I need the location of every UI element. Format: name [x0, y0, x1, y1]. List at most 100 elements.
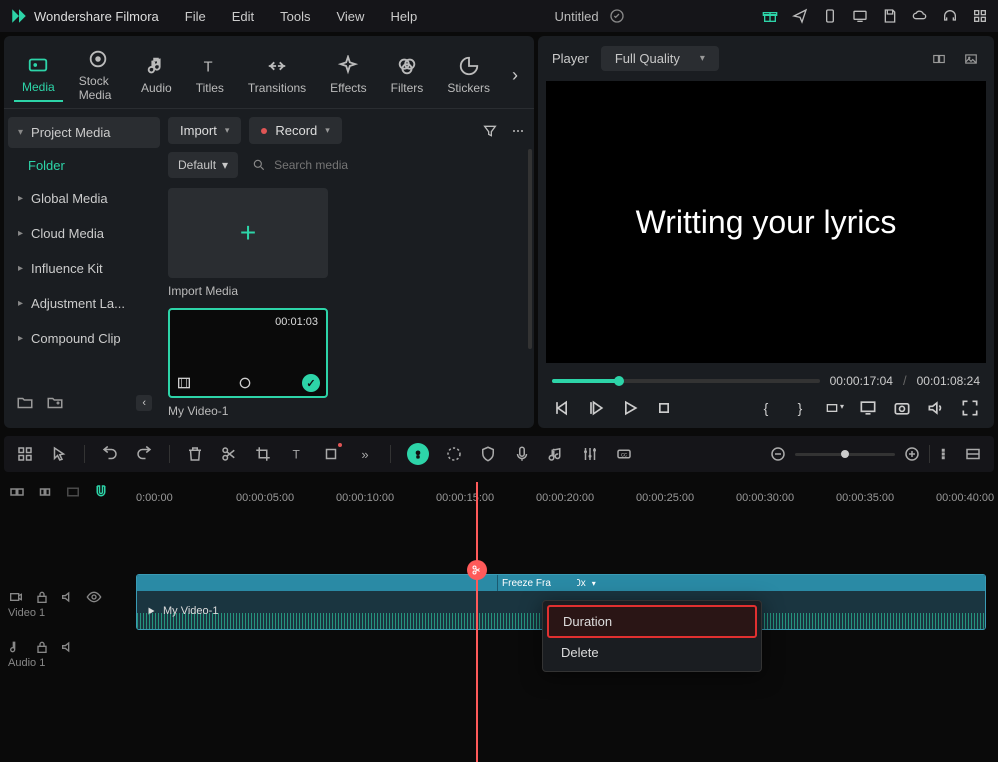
sidebar-influence-kit[interactable]: ▸ Influence Kit — [8, 253, 160, 284]
seek-bar[interactable] — [552, 379, 820, 383]
menu-tools[interactable]: Tools — [280, 9, 310, 24]
filter-icon[interactable] — [482, 123, 498, 139]
undo-icon[interactable] — [101, 445, 119, 463]
sidebar-project-media[interactable]: ▾ Project Media — [8, 117, 160, 148]
mark-in-icon[interactable]: { — [756, 398, 776, 418]
desktop-icon[interactable] — [852, 8, 868, 24]
seek-thumb[interactable] — [614, 376, 624, 386]
freeze-frame-segment[interactable]: Freeze Fra — [497, 575, 577, 591]
stop-icon[interactable] — [654, 398, 674, 418]
playhead[interactable] — [476, 482, 478, 762]
menu-help[interactable]: Help — [390, 9, 417, 24]
track-lock-icon[interactable] — [34, 639, 50, 655]
sidebar-folder[interactable]: Folder — [8, 152, 160, 179]
tab-transitions[interactable]: Transitions — [240, 49, 314, 101]
save-icon[interactable] — [882, 8, 898, 24]
apps-icon[interactable] — [972, 8, 988, 24]
tab-titles[interactable]: T Titles — [188, 49, 232, 101]
mic-icon[interactable] — [513, 445, 531, 463]
scrollbar[interactable] — [528, 149, 532, 349]
track-lock-icon[interactable] — [34, 589, 50, 605]
ctx-delete[interactable]: Delete — [547, 638, 757, 667]
redo-icon[interactable] — [135, 445, 153, 463]
track-mute-icon[interactable] — [60, 589, 76, 605]
track-mute-icon[interactable] — [60, 639, 76, 655]
prev-frame-icon[interactable] — [552, 398, 572, 418]
picture-view-icon[interactable] — [962, 52, 980, 66]
magnet-icon[interactable] — [92, 483, 110, 501]
import-button[interactable]: Import ▾ — [168, 117, 241, 144]
cloud-icon[interactable] — [912, 8, 928, 24]
media-clip-thumbnail[interactable]: 00:01:03 ✓ — [168, 308, 328, 398]
mixer-icon[interactable] — [581, 445, 599, 463]
new-bin-icon[interactable] — [46, 394, 64, 412]
headphones-icon[interactable] — [942, 8, 958, 24]
player-viewport[interactable]: Writting your lyrics — [546, 81, 986, 363]
music-icon[interactable] — [547, 445, 565, 463]
zoom-in-icon[interactable] — [903, 445, 921, 463]
zoom-slider[interactable] — [795, 453, 895, 456]
fullscreen-icon[interactable] — [960, 398, 980, 418]
chevron-right-icon: ▸ — [18, 193, 23, 204]
tab-audio[interactable]: Audio — [133, 49, 180, 101]
audio-track-label: Audio 1 — [8, 657, 136, 669]
shield-icon[interactable] — [479, 445, 497, 463]
playhead-knob[interactable] — [467, 560, 487, 580]
crop-icon[interactable] — [254, 445, 272, 463]
compare-view-icon[interactable] — [930, 52, 948, 66]
sidebar-compound-clip[interactable]: ▸ Compound Clip — [8, 323, 160, 354]
split-icon[interactable] — [220, 445, 238, 463]
zoom-out-icon[interactable] — [769, 445, 787, 463]
track-group-icon[interactable] — [64, 483, 82, 501]
caption-icon[interactable]: cc — [615, 445, 633, 463]
tab-media[interactable]: Media — [14, 48, 63, 102]
new-folder-icon[interactable] — [16, 394, 34, 412]
phone-icon[interactable] — [822, 8, 838, 24]
sidebar-global-media[interactable]: ▸ Global Media — [8, 183, 160, 214]
sidebar-cloud-media[interactable]: ▸ Cloud Media — [8, 218, 160, 249]
import-media-tile[interactable]: + — [168, 188, 328, 278]
ai-tools-icon[interactable] — [407, 443, 429, 465]
tab-effects[interactable]: Effects — [322, 49, 374, 101]
track-sync-icon[interactable] — [36, 483, 54, 501]
layout-icon[interactable] — [16, 445, 34, 463]
menu-view[interactable]: View — [336, 9, 364, 24]
record-button[interactable]: Record ▾ — [249, 117, 341, 144]
zoom-thumb[interactable] — [841, 450, 849, 458]
text-icon[interactable]: T — [288, 445, 306, 463]
delete-icon[interactable] — [186, 445, 204, 463]
tab-filters[interactable]: Filters — [383, 49, 432, 101]
more-icon[interactable] — [510, 123, 526, 139]
quality-select[interactable]: Full Quality ▾ — [601, 46, 719, 71]
sidebar-adjustment-layer[interactable]: ▸ Adjustment La... — [8, 288, 160, 319]
search-input[interactable] — [274, 158, 520, 172]
color-icon[interactable] — [445, 445, 463, 463]
video-track-icon[interactable] — [8, 589, 24, 605]
menu-edit[interactable]: Edit — [232, 9, 254, 24]
sidebar-collapse[interactable]: ‹ — [136, 395, 152, 411]
tabs-scroll-right[interactable]: › — [506, 65, 524, 86]
panel-toggle-icon[interactable] — [964, 445, 982, 463]
display-icon[interactable] — [858, 398, 878, 418]
track-link-icon[interactable] — [8, 483, 26, 501]
snapshot-icon[interactable] — [892, 398, 912, 418]
menu-file[interactable]: File — [185, 9, 206, 24]
send-icon[interactable] — [792, 8, 808, 24]
track-visibility-icon[interactable] — [86, 589, 102, 605]
audio-track-icon[interactable] — [8, 639, 24, 655]
sort-default[interactable]: Default ▾ — [168, 152, 238, 178]
volume-icon[interactable] — [926, 398, 946, 418]
track-size-icon[interactable] — [938, 445, 956, 463]
chevron-down-icon[interactable]: ▾ — [592, 579, 596, 588]
play-reverse-icon[interactable] — [586, 398, 606, 418]
pointer-icon[interactable] — [50, 445, 68, 463]
tab-stickers[interactable]: Stickers — [439, 49, 498, 101]
tab-stock-media[interactable]: Stock Media — [71, 42, 125, 108]
ctx-duration[interactable]: Duration — [547, 605, 757, 638]
gift-icon[interactable] — [762, 8, 778, 24]
ratio-icon[interactable]: ▾ — [824, 398, 844, 418]
keyframe-icon[interactable] — [322, 445, 340, 463]
mark-out-icon[interactable]: } — [790, 398, 810, 418]
more-tools-icon[interactable]: » — [356, 445, 374, 463]
play-icon[interactable] — [620, 398, 640, 418]
